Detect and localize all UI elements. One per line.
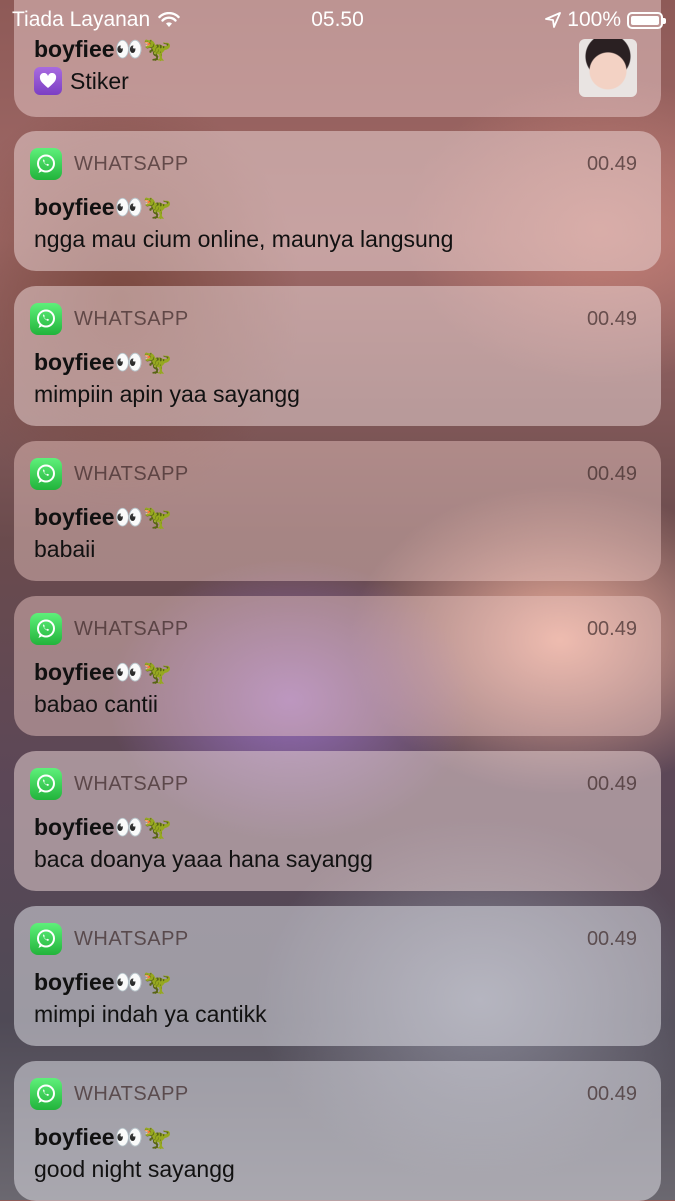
notification-sender: boyfiee👀🦖 <box>34 814 172 840</box>
app-name: WHATSAPP <box>74 1082 189 1105</box>
notification-time: 00.49 <box>586 152 637 175</box>
notification-sender: boyfiee👀🦖 <box>34 659 172 685</box>
notification-message: good night sayangg <box>34 1156 235 1182</box>
notification-card[interactable]: WHATSAPP 00.49 boyfiee👀🦖 mimpiin apin ya… <box>14 286 661 426</box>
notification-header: WHATSAPP 00.49 <box>30 922 637 956</box>
notification-header: WHATSAPP 00.49 <box>30 612 637 646</box>
whatsapp-icon <box>30 613 62 645</box>
whatsapp-icon <box>30 303 62 335</box>
notification-header: WHATSAPP 00.49 <box>30 302 637 336</box>
app-name: WHATSAPP <box>74 927 189 950</box>
notification-sender: boyfiee👀🦖 <box>34 194 172 220</box>
notification-header: WHATSAPP 00.49 <box>30 147 637 181</box>
notification-time: 00.49 <box>586 307 637 330</box>
notification-time: 00.49 <box>586 617 637 640</box>
notification-message: mimpiin apin yaa sayangg <box>34 381 300 407</box>
notification-time: 00.49 <box>586 462 637 485</box>
notification-message: baca doanya yaaa hana sayangg <box>34 846 373 872</box>
notification-card[interactable]: WHATSAPP 00.49 boyfiee👀🦖 babao cantii <box>14 596 661 736</box>
notification-sender: boyfiee👀🦖 <box>34 349 172 375</box>
notification-message: babaii <box>34 536 96 562</box>
app-name: WHATSAPP <box>74 772 189 795</box>
notification-sender: boyfiee👀🦖 <box>34 969 172 995</box>
notification-card[interactable]: WHATSAPP 00.49 boyfiee👀🦖 good night saya… <box>14 1061 661 1201</box>
sticker-thumbnail <box>579 39 637 97</box>
whatsapp-icon <box>30 148 62 180</box>
notification-message: mimpi indah ya cantikk <box>34 1001 267 1027</box>
app-name: WHATSAPP <box>74 462 189 485</box>
notification-time: 00.49 <box>586 772 637 795</box>
whatsapp-icon <box>30 768 62 800</box>
notification-card[interactable]: WHATSAPP 00.49 boyfiee👀🦖 mimpi indah ya … <box>14 906 661 1046</box>
battery-percent: 100% <box>567 8 621 31</box>
notification-card[interactable]: WHATSAPP 00.49 boyfiee👀🦖 babaii <box>14 441 661 581</box>
sticker-label: Stiker <box>70 67 129 94</box>
app-name: WHATSAPP <box>74 152 189 175</box>
notification-message: ngga mau cium online, maunya langsung <box>34 226 454 252</box>
notification-time: 00.49 <box>586 927 637 950</box>
status-bar: Tiada Layanan 05.50 100% <box>0 0 675 40</box>
notification-sender: boyfiee👀🦖 <box>34 504 172 530</box>
purple-heart-icon <box>34 67 62 95</box>
whatsapp-icon <box>30 1078 62 1110</box>
whatsapp-icon <box>30 458 62 490</box>
notification-sender: boyfiee👀🦖 <box>34 36 172 62</box>
app-name: WHATSAPP <box>74 307 189 330</box>
app-name: WHATSAPP <box>74 617 189 640</box>
notification-card[interactable]: WHATSAPP 00.49 boyfiee👀🦖 ngga mau cium o… <box>14 131 661 271</box>
battery-icon <box>627 11 666 29</box>
notification-message: babao cantii <box>34 691 159 717</box>
status-right: 100% <box>545 8 666 32</box>
notification-sender: boyfiee👀🦖 <box>34 1124 172 1150</box>
whatsapp-icon <box>30 923 62 955</box>
location-arrow-icon <box>545 12 562 28</box>
notification-message: Stiker <box>34 67 129 95</box>
notification-card[interactable]: WHATSAPP 00.49 boyfiee👀🦖 baca doanya yaa… <box>14 751 661 891</box>
notification-header: WHATSAPP 00.49 <box>30 457 637 491</box>
notification-header: WHATSAPP 00.49 <box>30 767 637 801</box>
notification-time: 00.49 <box>586 1082 637 1105</box>
notification-header: WHATSAPP 00.49 <box>30 1077 637 1111</box>
